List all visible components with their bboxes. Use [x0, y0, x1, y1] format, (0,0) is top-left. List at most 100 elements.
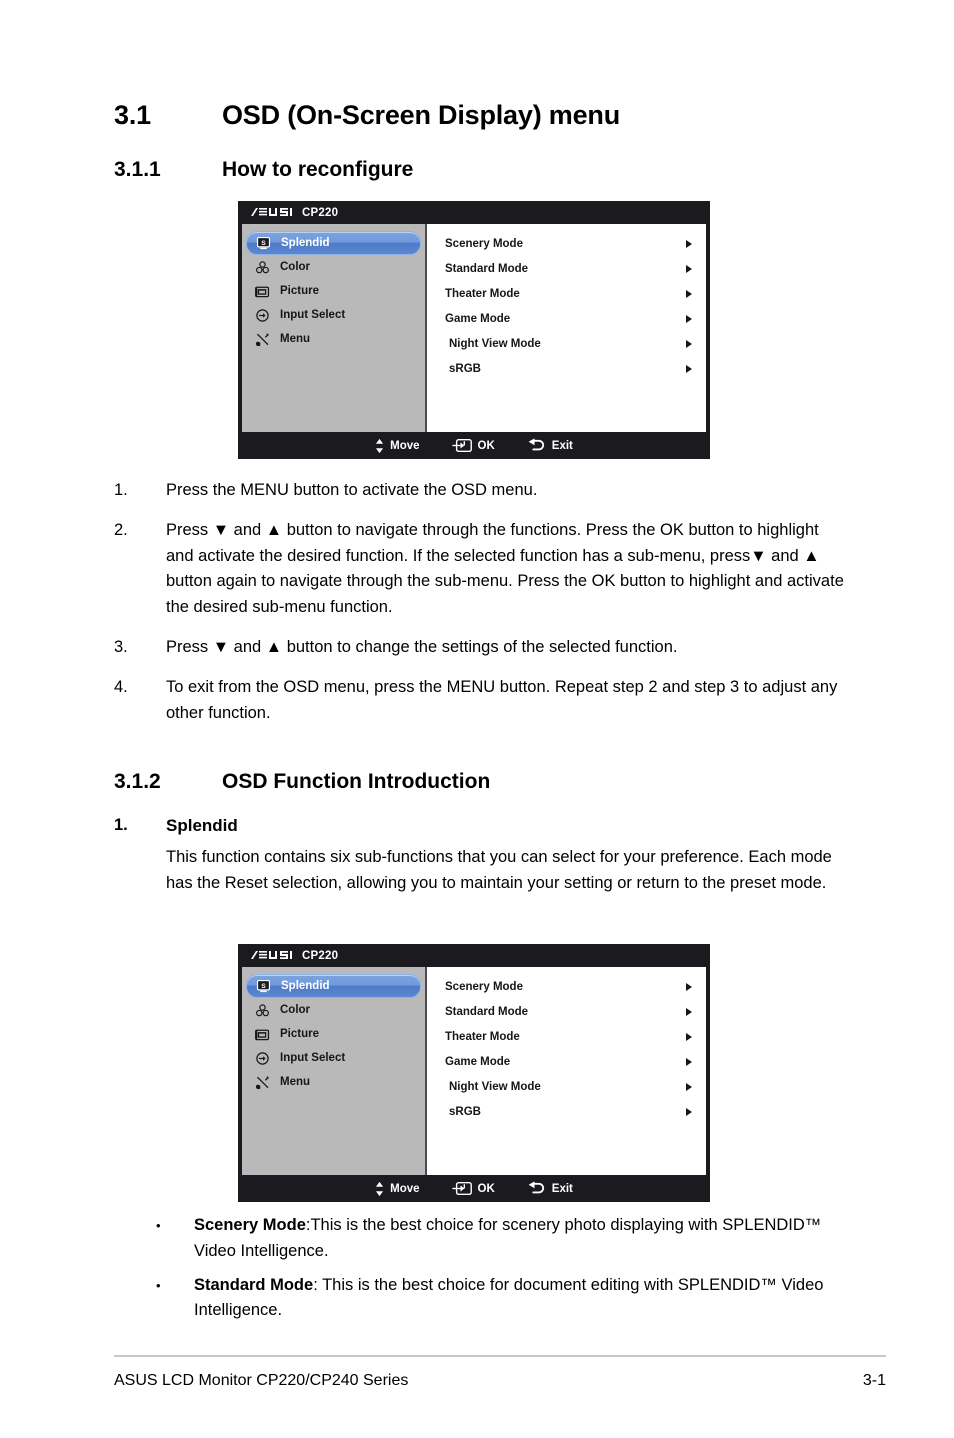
osd-option-srgb[interactable]: sRGB	[427, 1099, 706, 1124]
osd-option-theater-mode[interactable]: Theater Mode	[427, 1024, 706, 1049]
footer-left-text: ASUS LCD Monitor CP220/CP240 Series	[114, 1372, 409, 1389]
osd-footer: Move OK Exit	[238, 432, 710, 459]
list-text: To exit from the OSD menu, press the MEN…	[166, 677, 838, 722]
up-down-arrows-icon	[376, 1181, 384, 1196]
back-arrow-icon	[528, 1181, 544, 1194]
chevron-right-icon	[686, 339, 692, 348]
osd-sidebar-label: Splendid	[281, 237, 330, 249]
svg-text:S: S	[261, 982, 266, 989]
osd-sidebar-item-color[interactable]: Color	[246, 998, 421, 1022]
osd-sidebar-item-splendid[interactable]: S Splendid	[246, 974, 421, 998]
picture-frame-icon	[255, 1029, 270, 1040]
splendid-monitor-icon: S	[256, 979, 271, 992]
bullet-marker: •	[156, 1218, 161, 1233]
osd-option-label: Theater Mode	[445, 287, 520, 300]
osd-footer-ok[interactable]: OK	[451, 438, 495, 453]
osd-footer-label: OK	[477, 1182, 495, 1195]
heading-3-1-title: OSD (On-Screen Display) menu	[222, 100, 620, 130]
asus-logo-icon	[251, 208, 292, 216]
footer-divider	[114, 1355, 886, 1357]
svg-text:S: S	[261, 239, 266, 246]
color-circles-icon	[256, 1003, 269, 1016]
osd-sidebar: S Splendid Color Picture Input Select Me…	[242, 967, 427, 1175]
tools-icon	[255, 332, 269, 346]
heading-3-1-2-number: 3.1.2	[114, 770, 161, 793]
osd-sidebar-label: Picture	[280, 1028, 319, 1040]
osd-option-game-mode[interactable]: Game Mode	[427, 1049, 706, 1074]
osd-sidebar-item-color[interactable]: Color	[246, 255, 421, 279]
osd-option-label: Scenery Mode	[445, 237, 523, 250]
list-item: • Scenery Mode:This is the best choice f…	[114, 1213, 844, 1265]
up-down-arrows-icon	[376, 438, 384, 453]
heading-3-1: 3.1 OSD (On-Screen Display) menu	[114, 100, 620, 131]
osd-sidebar-label: Color	[280, 261, 311, 273]
chevron-right-icon	[686, 289, 692, 298]
chevron-right-icon	[686, 1082, 692, 1091]
osd-option-label: sRGB	[449, 362, 481, 375]
list-text: Press the MENU button to activate the OS…	[166, 481, 538, 499]
osd-sidebar: S Splendid Color Picture Input Select Me…	[242, 224, 427, 432]
osd-sidebar-label: Input Select	[280, 1052, 346, 1064]
chevron-right-icon	[686, 1007, 692, 1016]
osd-sidebar-item-picture[interactable]: Picture	[246, 279, 421, 303]
osd-sidebar-item-input-select[interactable]: Input Select	[246, 1046, 421, 1070]
list-text: Press ▼ and ▲ button to navigate through…	[166, 520, 844, 617]
bullet-text: Standard Mode: This is the best choice f…	[194, 1273, 844, 1325]
chevron-right-icon	[686, 1057, 692, 1066]
osd-option-scenery-mode[interactable]: Scenery Mode	[427, 231, 706, 256]
osd-option-standard-mode[interactable]: Standard Mode	[427, 256, 706, 281]
osd-footer-move[interactable]: Move	[375, 438, 420, 454]
bullet-term: Standard Mode	[194, 1275, 314, 1294]
osd-footer-ok[interactable]: OK	[451, 1181, 495, 1196]
osd-model-label: CP220	[302, 949, 339, 962]
splendid-modes-bullets: • Scenery Mode:This is the best choice f…	[114, 1213, 844, 1332]
osd-options-panel: Scenery Mode Standard Mode Theater Mode …	[427, 967, 706, 1175]
list-item: 1. Press the MENU button to activate the…	[114, 478, 844, 504]
osd-option-label: sRGB	[449, 1105, 481, 1118]
osd-option-standard-mode[interactable]: Standard Mode	[427, 999, 706, 1024]
osd-option-night-view-mode[interactable]: Night View Mode	[427, 331, 706, 356]
osd-footer-label: Move	[390, 439, 420, 452]
bullet-marker: •	[156, 1277, 161, 1293]
footer-page-number: 3-1	[862, 1372, 886, 1389]
osd-sidebar-item-input-select[interactable]: Input Select	[246, 303, 421, 327]
splendid-paragraph: This function contains six sub-functions…	[166, 847, 832, 892]
osd-footer-label: Exit	[551, 439, 573, 452]
list-item: 3. Press ▼ and ▲ button to change the se…	[114, 635, 844, 661]
bullet-term: Scenery Mode	[194, 1216, 306, 1234]
osd-header: CP220	[238, 944, 710, 967]
osd-sidebar-label: Splendid	[281, 980, 330, 992]
chevron-right-icon	[686, 314, 692, 323]
osd-footer-label: Exit	[551, 1182, 573, 1195]
heading-3-1-1-number: 3.1.1	[114, 158, 161, 181]
reconfigure-steps-list: 1. Press the MENU button to activate the…	[114, 478, 844, 726]
chevron-right-icon	[686, 364, 692, 373]
chevron-right-icon	[686, 264, 692, 273]
list-item: 2. Press ▼ and ▲ button to navigate thro…	[114, 518, 844, 621]
osd-sidebar-item-menu[interactable]: Menu	[246, 327, 421, 351]
back-arrow-icon	[528, 438, 544, 451]
osd-options-panel: Scenery Mode Standard Mode Theater Mode …	[427, 224, 706, 432]
chevron-right-icon	[686, 239, 692, 248]
osd-option-label: Game Mode	[445, 312, 511, 325]
osd-option-label: Night View Mode	[449, 337, 541, 350]
bullet-text: Scenery Mode:This is the best choice for…	[194, 1213, 844, 1265]
osd-option-game-mode[interactable]: Game Mode	[427, 306, 706, 331]
osd-footer-exit[interactable]: Exit	[527, 438, 573, 453]
osd-sidebar-item-picture[interactable]: Picture	[246, 1022, 421, 1046]
osd-sidebar-label: Color	[280, 1004, 311, 1016]
osd-option-theater-mode[interactable]: Theater Mode	[427, 281, 706, 306]
osd-option-scenery-mode[interactable]: Scenery Mode	[427, 974, 706, 999]
osd-option-night-view-mode[interactable]: Night View Mode	[427, 1074, 706, 1099]
osd-footer-exit[interactable]: Exit	[527, 1181, 573, 1196]
osd-sidebar-item-menu[interactable]: Menu	[246, 1070, 421, 1094]
osd-option-srgb[interactable]: sRGB	[427, 356, 706, 381]
osd-footer-label: OK	[477, 439, 495, 452]
osd-sidebar-item-splendid[interactable]: S Splendid	[246, 231, 421, 255]
chevron-right-icon	[686, 1107, 692, 1116]
osd-footer-move[interactable]: Move	[375, 1181, 420, 1197]
input-arrow-icon	[256, 1051, 269, 1065]
enter-key-icon	[451, 439, 472, 452]
heading-3-1-number: 3.1	[114, 100, 151, 130]
list-text: Press ▼ and ▲ button to change the setti…	[166, 637, 678, 656]
